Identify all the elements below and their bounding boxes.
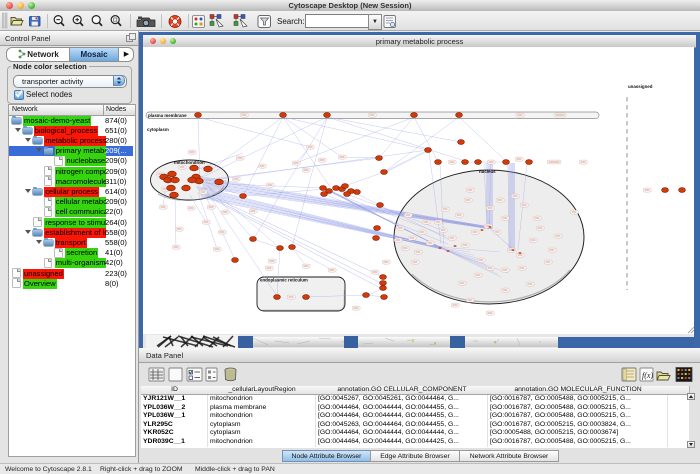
svg-text:plasma membrane: plasma membrane xyxy=(148,113,187,118)
svg-text:nucleus: nucleus xyxy=(479,169,496,174)
svg-text:cytoplasm: cytoplasm xyxy=(147,127,169,132)
svg-text:mitochondrion: mitochondrion xyxy=(174,160,205,165)
svg-text:endoplasmic reticulum: endoplasmic reticulum xyxy=(260,278,308,283)
svg-text:unassigned: unassigned xyxy=(628,84,653,89)
svg-text:f(x): f(x) xyxy=(642,371,653,380)
